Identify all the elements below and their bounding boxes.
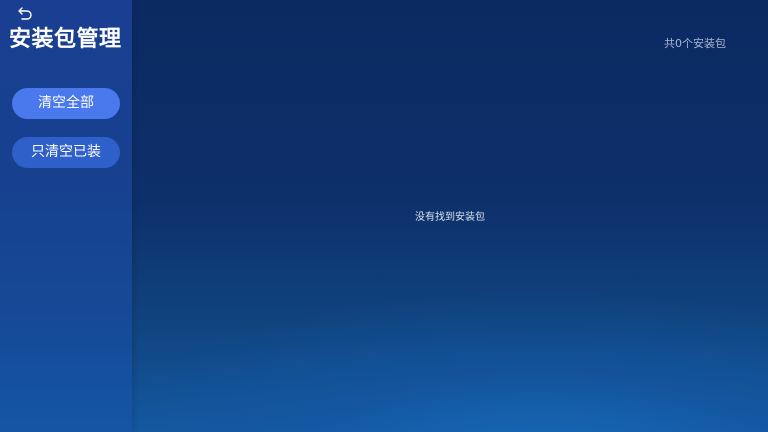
sidebar: 安装包管理 清空全部 只清空已装 <box>0 0 132 432</box>
page-title: 安装包管理 <box>9 27 122 52</box>
clear-installed-button[interactable]: 只清空已装 <box>12 137 120 168</box>
package-manager-screen: 安装包管理 清空全部 只清空已装 共0个安装包 没有找到安装包 <box>0 0 768 432</box>
back-button[interactable] <box>16 5 36 23</box>
back-arrow-icon <box>16 5 36 23</box>
clear-all-button[interactable]: 清空全部 <box>12 88 120 119</box>
package-count-label: 共0个安装包 <box>664 37 726 50</box>
empty-state-message: 没有找到安装包 <box>415 212 485 223</box>
